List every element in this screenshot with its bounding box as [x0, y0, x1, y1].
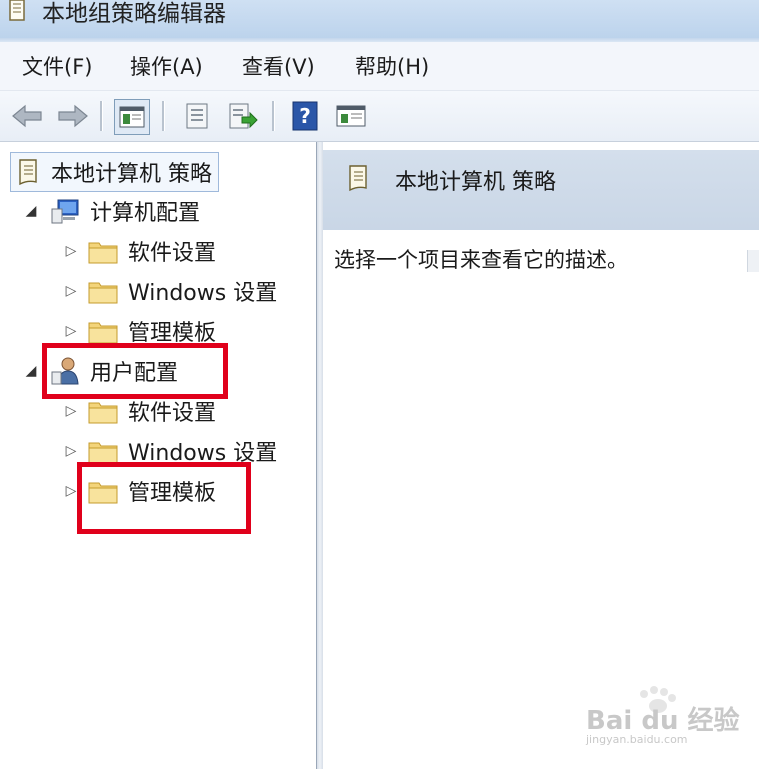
collapsed-triangle-icon[interactable]: ▷ — [64, 323, 78, 339]
tree-item-computer-software-settings[interactable]: ▷ 软件设置 — [64, 231, 216, 271]
detail-pane — [323, 142, 759, 769]
help-icon: ? — [292, 101, 318, 131]
title-bar: 本地组策略编辑器 — [0, 0, 759, 38]
help-button[interactable]: ? — [288, 99, 322, 133]
menu-bar: 文件(F) 操作(A) 查看(V) 帮助(H) — [0, 42, 759, 91]
expanded-triangle-icon[interactable]: ◢ — [24, 203, 38, 219]
folder-icon — [88, 402, 118, 424]
back-arrow-icon — [12, 104, 42, 128]
tree-root-label: 本地计算机 策略 — [51, 162, 212, 187]
tree-root-local-computer-policy[interactable]: 本地计算机 策略 — [10, 152, 219, 192]
forward-button[interactable] — [56, 99, 90, 133]
detail-scroll-edge — [747, 250, 759, 272]
collapsed-triangle-icon[interactable]: ▷ — [64, 283, 78, 299]
menu-file[interactable]: 文件(F) — [22, 51, 92, 81]
toolbar-separator — [162, 101, 165, 131]
toolbar-separator — [100, 101, 103, 131]
svg-text:?: ? — [299, 104, 311, 128]
detail-description: 选择一个项目来查看它的描述。 — [334, 248, 628, 272]
toolbar-separator — [272, 101, 275, 131]
collapsed-triangle-icon[interactable]: ▷ — [64, 443, 78, 459]
tree-label: Windows 设置 — [128, 281, 278, 306]
tree-label: 计算机配置 — [90, 201, 201, 226]
forward-arrow-icon — [58, 104, 88, 128]
export-list-icon — [229, 103, 258, 129]
watermark-brand: Bai du 经验 — [586, 706, 740, 736]
expanded-triangle-icon[interactable]: ◢ — [24, 363, 38, 379]
export-list-button[interactable] — [226, 99, 260, 133]
collapsed-triangle-icon[interactable]: ▷ — [64, 483, 78, 499]
annotation-box-admin-templates — [77, 462, 251, 534]
policy-document-icon — [9, 0, 25, 21]
folder-icon — [88, 242, 118, 264]
folder-icon — [88, 282, 118, 304]
menu-view[interactable]: 查看(V) — [242, 51, 315, 81]
policy-document-icon — [19, 159, 37, 186]
detail-title: 本地计算机 策略 — [395, 170, 556, 195]
back-button[interactable] — [10, 99, 44, 133]
tree-label: 软件设置 — [128, 401, 217, 426]
folder-icon — [88, 322, 118, 344]
computer-icon — [51, 199, 79, 224]
window-title: 本地组策略编辑器 — [42, 1, 226, 27]
show-hide-action-pane-icon — [336, 105, 366, 127]
policy-document-icon — [349, 165, 367, 192]
toolbar: ? — [0, 91, 759, 142]
properties-icon — [186, 103, 208, 129]
watermark-url: jingyan.baidu.com — [586, 733, 688, 746]
tree-item-computer-config[interactable]: ◢ 计算机配置 — [24, 191, 200, 231]
tree-label: 软件设置 — [128, 241, 217, 266]
annotation-box-user-config — [42, 343, 228, 399]
collapsed-triangle-icon[interactable]: ▷ — [64, 243, 78, 259]
show-hide-console-tree-icon — [119, 106, 145, 128]
menu-action[interactable]: 操作(A) — [130, 51, 203, 81]
properties-button[interactable] — [180, 99, 214, 133]
menu-help[interactable]: 帮助(H) — [355, 51, 429, 81]
show-hide-action-pane-button[interactable] — [334, 99, 368, 133]
folder-icon — [88, 442, 118, 464]
collapsed-triangle-icon[interactable]: ▷ — [64, 403, 78, 419]
tree-item-computer-windows-settings[interactable]: ▷ Windows 设置 — [64, 271, 278, 311]
show-hide-console-tree-button[interactable] — [114, 99, 150, 135]
